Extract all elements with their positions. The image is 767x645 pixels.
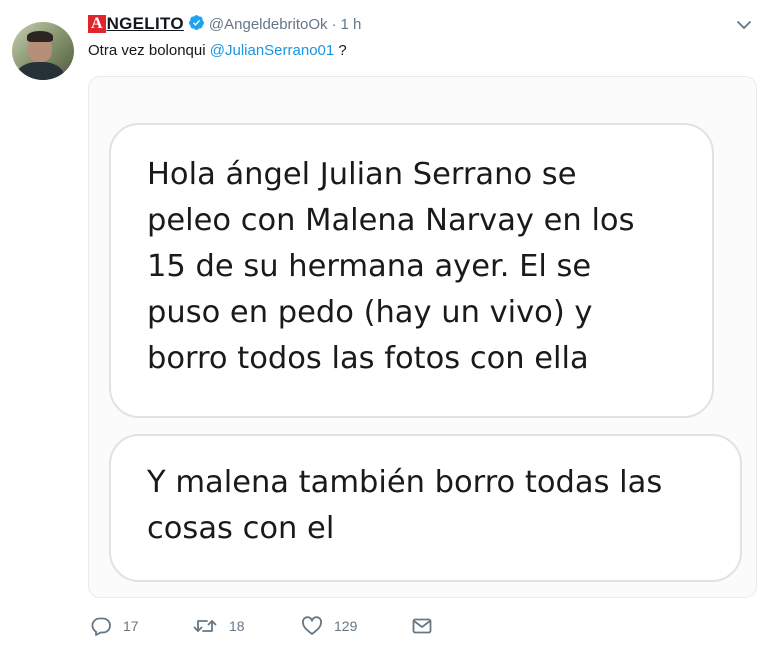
- message-line: peleo con Malena Narvay en los: [147, 203, 635, 238]
- timestamp[interactable]: 1 h: [341, 16, 362, 33]
- display-name[interactable]: A NGELITO: [88, 14, 184, 34]
- reply-button[interactable]: 17: [90, 616, 192, 636]
- tweet-media-image[interactable]: Hola ángel Julian Serrano se peleo con M…: [88, 76, 757, 598]
- brand-name: NGELITO: [106, 14, 184, 33]
- message-bubble: Y malena también borro todas las cosas c…: [109, 434, 742, 582]
- tweet-text: Otra vez bolonqui @JulianSerrano01 ?: [88, 42, 347, 59]
- verified-badge-icon: [188, 14, 205, 36]
- avatar[interactable]: [12, 22, 74, 80]
- message-line: cosas con el: [147, 511, 335, 546]
- envelope-icon: [411, 616, 433, 636]
- like-button[interactable]: 129: [301, 616, 411, 636]
- retweet-icon: [192, 616, 218, 636]
- chevron-down-icon[interactable]: [735, 16, 753, 39]
- tweet-text-body: Otra vez bolonqui: [88, 42, 210, 59]
- retweet-button[interactable]: 18: [192, 616, 301, 636]
- separator-dot: ·: [331, 15, 337, 33]
- message-line: Y malena también borro todas las: [147, 465, 663, 500]
- message-line: Hola ángel Julian Serrano se: [147, 157, 577, 192]
- direct-message-button[interactable]: [411, 616, 433, 636]
- tweet-header: A NGELITO @AngeldebritoOk · 1 h: [88, 12, 361, 36]
- message-line: 15 de su hermana ayer. El se: [147, 249, 592, 284]
- heart-icon: [301, 616, 323, 636]
- brand-logo-letter: A: [88, 15, 106, 33]
- like-count: 129: [334, 618, 358, 634]
- message-bubble: Hola ángel Julian Serrano se peleo con M…: [109, 123, 714, 418]
- mention-link[interactable]: @JulianSerrano01: [210, 42, 334, 59]
- message-line: borro todos las fotos con ella: [147, 341, 589, 376]
- message-line: puso en pedo (hay un vivo) y: [147, 295, 593, 330]
- retweet-count: 18: [229, 618, 245, 634]
- avatar-shirt: [16, 62, 64, 80]
- reply-icon: [90, 616, 112, 636]
- avatar-hair: [27, 31, 53, 42]
- reply-count: 17: [123, 618, 139, 634]
- user-handle[interactable]: @AngeldebritoOk: [209, 16, 328, 33]
- tweet-actions: 17 18 129: [90, 614, 433, 638]
- tweet-text-tail: ?: [334, 42, 347, 59]
